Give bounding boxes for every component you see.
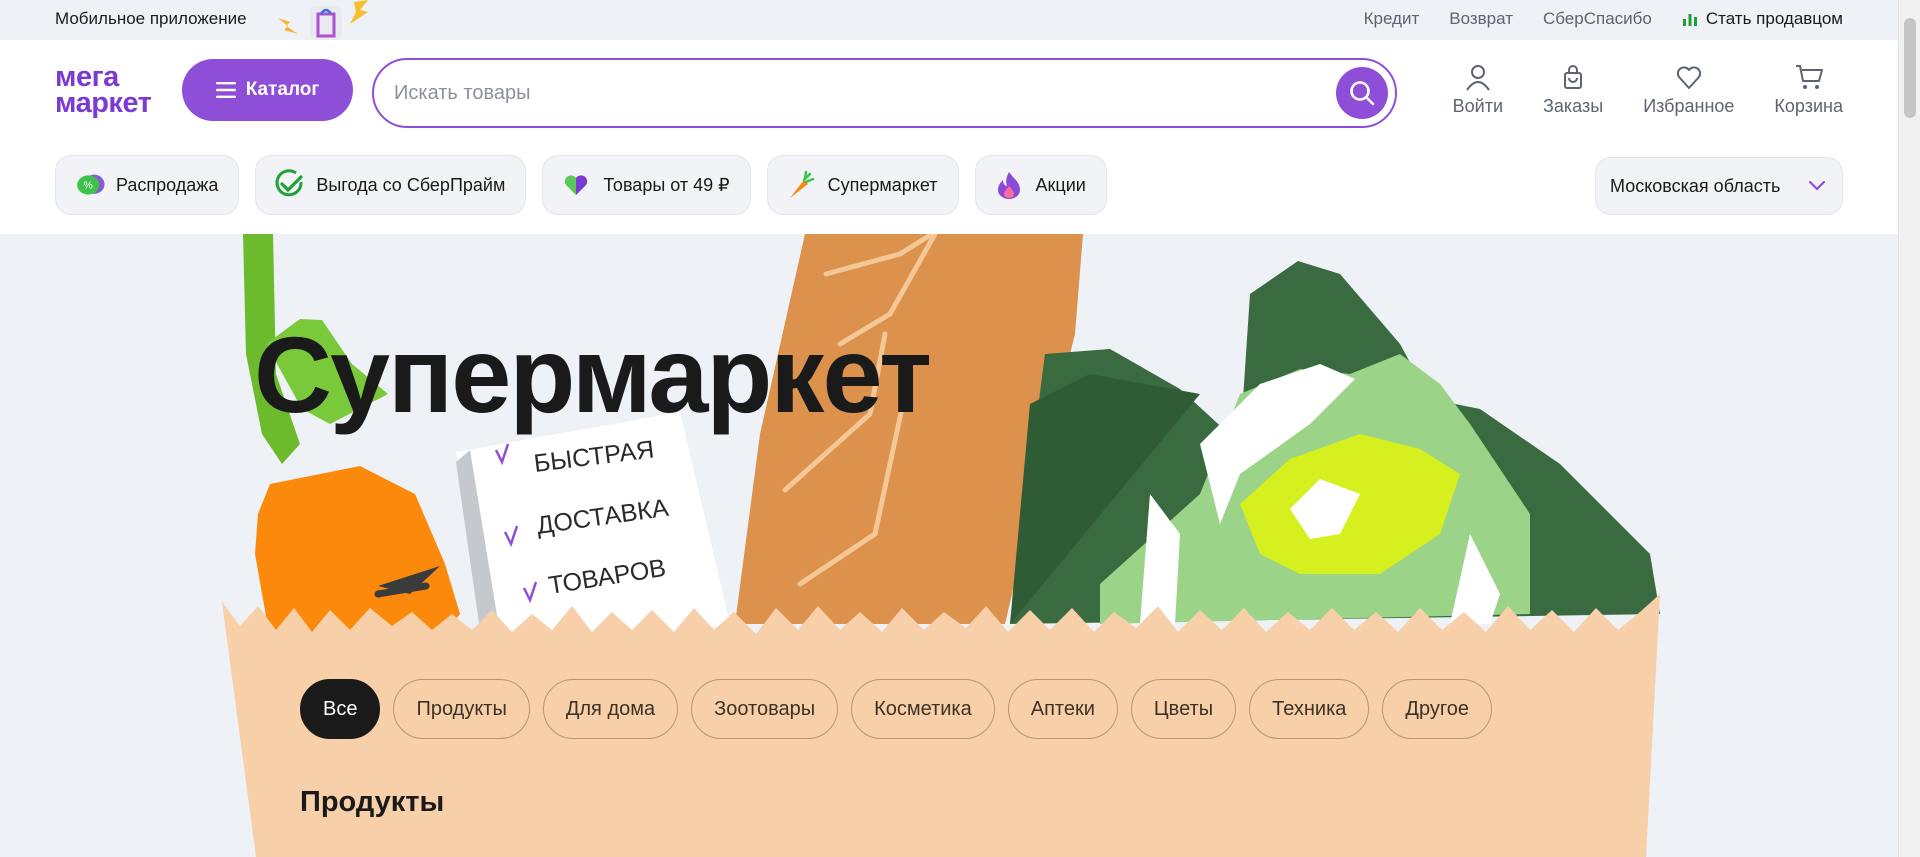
orders-button[interactable]: Заказы — [1543, 62, 1603, 117]
chip-label: Акции — [1035, 174, 1086, 195]
favorites-label: Избранное — [1643, 96, 1735, 116]
region-label: Московская область — [1610, 175, 1781, 196]
supermarket-hero: БЫСТРАЯ ДОСТАВКА ТОВАРОВ Супермаркет Все… — [0, 234, 1898, 857]
cart-label: Корзина — [1774, 96, 1843, 116]
carrot-icon — [784, 168, 818, 202]
mobile-app-link[interactable]: Мобильное приложение — [55, 9, 247, 29]
bag-icon — [1564, 65, 1583, 89]
chip-label: Распродажа — [116, 174, 219, 195]
heart-icon — [559, 168, 593, 202]
header-nav: Войти Заказы Избранное Корзина — [1453, 62, 1843, 117]
orders-label: Заказы — [1543, 96, 1604, 116]
search-button[interactable] — [1336, 67, 1388, 119]
return-link[interactable]: Возврат — [1449, 9, 1513, 29]
top-utility-bar: Мобильное приложение Кредит Возврат Сбер… — [0, 0, 1898, 40]
heart-icon — [1676, 66, 1701, 89]
catalog-label: Каталог — [245, 79, 320, 100]
filter-electronics[interactable]: Техника — [1249, 679, 1370, 739]
favorites-button[interactable]: Избранное — [1643, 62, 1734, 117]
become-seller-label: Стать продавцом — [1705, 9, 1843, 28]
filter-cosmetics[interactable]: Косметика — [851, 679, 995, 739]
category-filters: Все Продукты Для дома Зоотовары Косметик… — [300, 679, 1492, 739]
search-input[interactable] — [394, 60, 1294, 126]
sberspasibo-link[interactable]: СберСпасибо — [1543, 9, 1652, 29]
filter-home[interactable]: Для дома — [542, 679, 679, 739]
svg-text:%: % — [84, 181, 93, 192]
filter-products[interactable]: Продукты — [393, 679, 530, 739]
chevron-down-icon — [1808, 180, 1826, 191]
chip-from-49[interactable]: Товары от 49 ₽ — [542, 155, 751, 215]
login-button[interactable]: Войти — [1453, 62, 1503, 117]
chip-sberprime[interactable]: Выгода со СберПрайм — [255, 155, 527, 215]
bar-chart-icon — [1682, 14, 1697, 26]
chip-label: Товары от 49 ₽ — [603, 174, 730, 195]
main-header: мега маркет Каталог Войти Заказы Избранн… — [0, 40, 1898, 234]
search-icon — [1350, 81, 1375, 106]
mobile-app-icon[interactable] — [276, 0, 376, 40]
percent-badge-icon: % — [72, 168, 106, 202]
chip-supermarket[interactable]: Супермаркет — [766, 155, 959, 215]
filter-other[interactable]: Другое — [1382, 679, 1492, 739]
flame-icon — [992, 168, 1026, 202]
filter-flowers[interactable]: Цветы — [1130, 679, 1237, 739]
become-seller-link[interactable]: Стать продавцом — [1682, 9, 1843, 29]
filter-pharmacies[interactable]: Аптеки — [1007, 679, 1118, 739]
user-icon — [1466, 65, 1490, 91]
cart-icon — [1795, 65, 1823, 89]
hero-title: Супермаркет — [254, 314, 932, 435]
credit-link[interactable]: Кредит — [1364, 9, 1420, 29]
login-label: Войти — [1452, 96, 1504, 116]
section-title-products: Продукты — [300, 786, 445, 818]
logo-line-2: маркет — [55, 87, 152, 119]
filter-all[interactable]: Все — [300, 679, 381, 739]
catalog-button[interactable]: Каталог — [182, 59, 353, 121]
page-scrollbar[interactable] — [1898, 0, 1920, 857]
cart-button[interactable]: Корзина — [1774, 62, 1843, 117]
scrollbar-thumb[interactable] — [1904, 18, 1916, 118]
chip-promotions[interactable]: Акции — [974, 155, 1107, 215]
search-bar — [372, 58, 1397, 128]
chip-label: Супермаркет — [827, 174, 938, 195]
filter-pet-supplies[interactable]: Зоотовары — [691, 679, 839, 739]
check-circle-icon — [272, 168, 306, 202]
chip-label: Выгода со СберПрайм — [316, 174, 506, 195]
chip-sale[interactable]: % Распродажа — [55, 155, 240, 215]
promo-chips: % Распродажа Выгода со СберПрайм Товары … — [55, 155, 1107, 215]
megamarket-logo[interactable]: мега маркет — [55, 63, 170, 119]
region-selector[interactable]: Московская область — [1595, 157, 1843, 215]
menu-icon — [215, 82, 236, 98]
